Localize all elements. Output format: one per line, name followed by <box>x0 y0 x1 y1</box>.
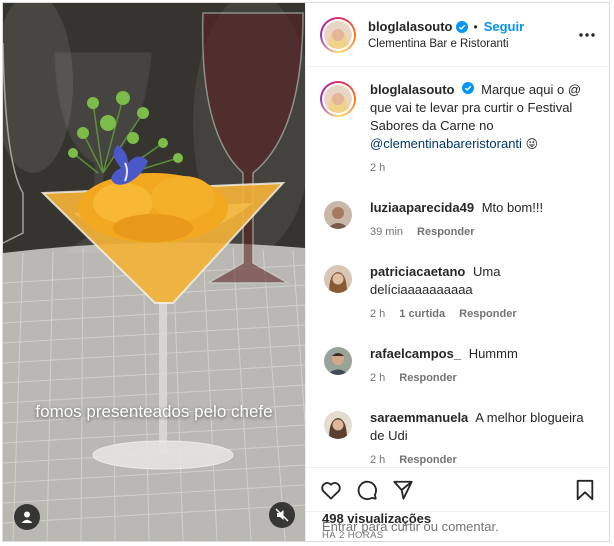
reply-button[interactable]: Responder <box>459 305 516 323</box>
comment-icon <box>357 480 377 500</box>
commenter-avatar[interactable] <box>324 347 352 375</box>
more-options-button[interactable] <box>571 32 595 37</box>
share-button[interactable] <box>392 479 414 501</box>
caption-avatar-image <box>324 85 352 113</box>
mute-button[interactable] <box>269 502 295 528</box>
comment-username[interactable]: patriciacaetano <box>370 264 465 279</box>
comment-username[interactable]: saraemmanuela <box>370 410 468 425</box>
post-header: bloglalasouto • Seguir Clementina Bar e … <box>306 3 609 67</box>
commenter-avatar[interactable] <box>324 201 352 229</box>
reply-button[interactable]: Responder <box>399 369 456 387</box>
separator-dot: • <box>473 19 478 34</box>
comments-list[interactable]: bloglalasouto Marque aqui o @ que vai te… <box>306 67 609 467</box>
mute-icon <box>275 508 289 522</box>
follow-button[interactable]: Seguir <box>484 19 524 34</box>
reply-button[interactable]: Responder <box>417 223 474 241</box>
comment-button[interactable] <box>356 479 378 501</box>
comment-username[interactable]: rafaelcampos_ <box>370 346 461 361</box>
bookmark-icon <box>576 479 594 500</box>
save-button[interactable] <box>575 479 595 501</box>
comment-row: luziaaparecida49 Mto bom!!! 39 min Respon… <box>320 199 595 241</box>
user-icon <box>21 511 33 523</box>
author-avatar[interactable] <box>320 16 356 53</box>
login-prompt-text: para curtir ou comentar. <box>361 519 499 534</box>
caption-row: bloglalasouto Marque aqui o @ que vai te… <box>320 81 595 177</box>
author-username[interactable]: bloglalasouto <box>368 19 453 34</box>
share-icon <box>393 480 413 500</box>
post-location[interactable]: Clementina Bar e Ristoranti <box>368 38 571 50</box>
comment-row: rafaelcampos_ Hummm 2 h Responder <box>320 345 595 387</box>
caption-username[interactable]: bloglalasouto <box>370 82 455 97</box>
dessert-photo <box>3 3 305 541</box>
caption-emoji: 😜 <box>525 137 539 151</box>
comment-text: Hummm <box>468 346 518 361</box>
author-avatar-image <box>324 20 352 49</box>
post-dialog: fomos presenteados pelo chefe bloglalaso… <box>2 2 610 542</box>
comment-time[interactable]: 2 h <box>370 305 385 323</box>
login-prompt: Entrar para curtir ou comentar. <box>306 511 609 541</box>
caption-author-avatar[interactable] <box>320 81 356 117</box>
comment-text: Mto bom!!! <box>481 200 544 215</box>
verified-icon <box>455 20 468 33</box>
commenter-avatar[interactable] <box>324 411 352 439</box>
comment-likes[interactable]: 1 curtida <box>399 305 445 323</box>
more-icon <box>579 32 595 37</box>
post-side-panel: bloglalasouto • Seguir Clementina Bar e … <box>305 3 609 541</box>
comment-time[interactable]: 2 h <box>370 369 385 387</box>
caption-time[interactable]: 2 h <box>370 159 385 177</box>
comment-username[interactable]: luziaaparecida49 <box>370 200 474 215</box>
post-media[interactable]: fomos presenteados pelo chefe <box>3 3 305 541</box>
commenter-avatar[interactable] <box>324 265 352 293</box>
caption-mention-link[interactable]: @clementinabareristoranti <box>370 136 522 151</box>
media-overlay-text: fomos presenteados pelo chefe <box>35 402 273 421</box>
heart-icon <box>321 481 341 500</box>
reply-button[interactable]: Responder <box>399 451 456 467</box>
tagged-users-button[interactable] <box>14 504 40 530</box>
post-actions-bar <box>306 467 609 511</box>
like-button[interactable] <box>320 480 342 500</box>
login-link[interactable]: Entrar <box>322 519 357 534</box>
verified-icon <box>461 82 474 94</box>
comment-time[interactable]: 2 h <box>370 451 385 467</box>
comment-row: saraemmanuela A melhor blogueira de Udi … <box>320 409 595 467</box>
comment-row: patriciacaetano Uma delíciaaaaaaaaaa 2 h… <box>320 263 595 323</box>
comment-time[interactable]: 39 min <box>370 223 403 241</box>
